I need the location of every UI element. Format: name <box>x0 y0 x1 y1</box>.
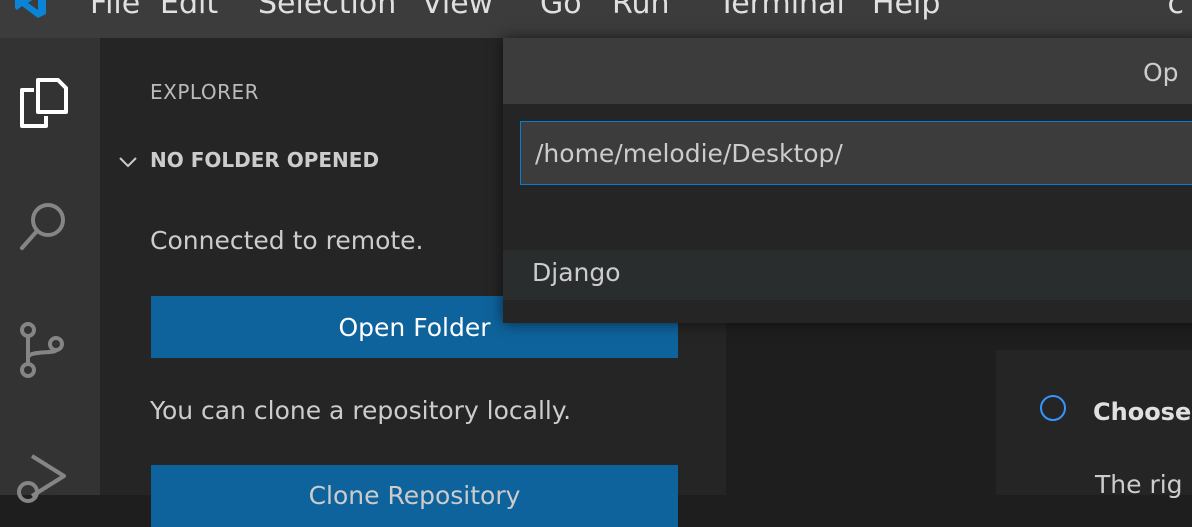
path-input[interactable] <box>520 121 1192 185</box>
clone-repository-button[interactable]: Clone Repository <box>151 465 678 527</box>
menu-run[interactable]: Run <box>612 0 670 21</box>
menu-selection[interactable]: Selection <box>258 0 396 21</box>
search-icon[interactable] <box>14 196 74 256</box>
explorer-icon[interactable] <box>14 72 74 132</box>
no-folder-section-header[interactable]: NO FOLDER OPENED <box>114 148 379 172</box>
sidebar-title: EXPLORER <box>150 80 259 104</box>
list-item-label: Django <box>532 258 621 287</box>
quick-pick-title: Op <box>1143 58 1179 87</box>
clone-button-label: Clone Repository <box>308 481 521 510</box>
activity-bar <box>0 38 100 503</box>
connected-text: Connected to remote. <box>150 226 424 255</box>
clone-text: You can clone a repository locally. <box>150 396 572 425</box>
section-label: NO FOLDER OPENED <box>150 148 380 172</box>
menu-go[interactable]: Go <box>540 0 582 21</box>
source-control-icon[interactable] <box>14 320 74 380</box>
choose-heading: Choose <box>1093 398 1192 426</box>
menu-terminal[interactable]: Terminal <box>718 0 845 21</box>
quick-pick-title-bar: Op <box>503 38 1192 104</box>
menu-bar: File Edit Selection View Go Run Terminal… <box>0 0 1192 38</box>
menu-help[interactable]: Help <box>872 0 940 21</box>
run-debug-icon[interactable] <box>14 448 74 508</box>
chevron-down-icon <box>119 156 137 167</box>
list-item-django[interactable]: Django <box>503 250 1192 300</box>
menu-edit[interactable]: Edit <box>160 0 218 21</box>
menu-file[interactable]: File <box>90 0 140 21</box>
menu-view[interactable]: View <box>422 0 493 21</box>
vscode-logo-icon <box>15 0 46 18</box>
radio-button[interactable] <box>1040 395 1066 421</box>
window-title-fragment: c <box>1167 0 1185 21</box>
open-folder-quick-pick: Op .. Django <box>503 38 1192 323</box>
